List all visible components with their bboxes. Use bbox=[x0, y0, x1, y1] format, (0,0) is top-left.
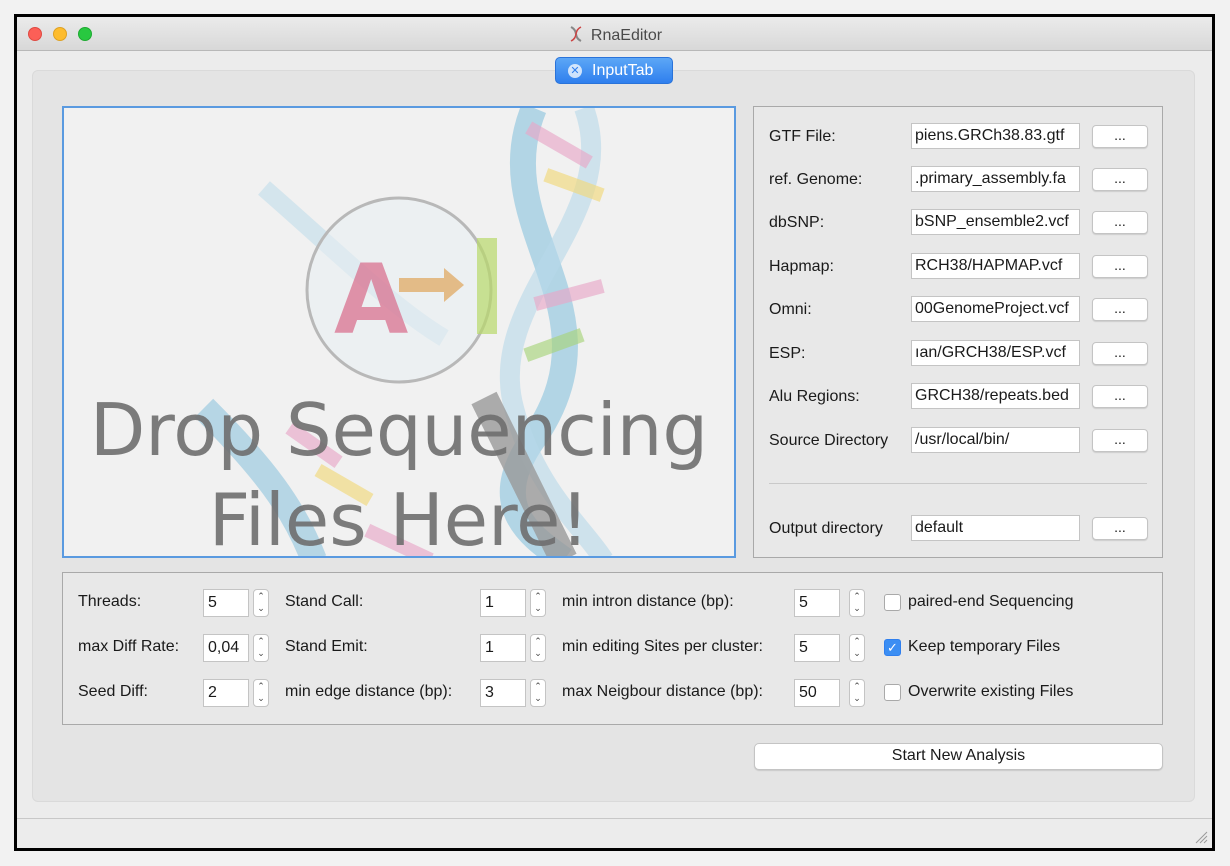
file-row-esp: ESP: ıan/GRCH38/ESP.vcf ... bbox=[754, 340, 1162, 370]
seed-diff-stepper[interactable]: ⌃ ⌄ bbox=[253, 679, 269, 707]
paired-end-checkbox[interactable] bbox=[884, 594, 901, 611]
file-row-source-directory: Source Directory /usr/local/bin/ ... bbox=[754, 427, 1162, 457]
dna-app-icon bbox=[570, 26, 582, 42]
overwrite-existing-files-checkbox[interactable] bbox=[884, 684, 901, 701]
max-neighbour-distance-input[interactable]: 50 bbox=[794, 679, 840, 707]
min-intron-distance-label: min intron distance (bp): bbox=[562, 593, 734, 610]
min-editing-sites-input[interactable]: 5 bbox=[794, 634, 840, 662]
title-bar: RnaEditor bbox=[17, 17, 1212, 51]
hapmap-browse-button[interactable]: ... bbox=[1092, 255, 1148, 278]
keep-temporary-files-label: Keep temporary Files bbox=[908, 638, 1061, 655]
alu-regions-label: Alu Regions: bbox=[769, 388, 860, 405]
dbsnp-browse-button[interactable]: ... bbox=[1092, 211, 1148, 234]
threads-label: Threads: bbox=[78, 593, 142, 610]
threads-stepper[interactable]: ⌃ ⌄ bbox=[253, 589, 269, 617]
esp-browse-button[interactable]: ... bbox=[1092, 342, 1148, 365]
source-directory-input[interactable]: /usr/local/bin/ bbox=[911, 427, 1080, 453]
source-directory-browse-button[interactable]: ... bbox=[1092, 429, 1148, 452]
min-edge-distance-label: min edge distance (bp): bbox=[285, 683, 453, 700]
alu-regions-browse-button[interactable]: ... bbox=[1092, 385, 1148, 408]
min-intron-distance-stepper[interactable]: ⌃ ⌄ bbox=[849, 589, 865, 617]
file-row-output-directory: Output directory default ... bbox=[754, 515, 1162, 545]
file-row-dbsnp: dbSNP: bSNP_ensemble2.vcf ... bbox=[754, 209, 1162, 239]
max-neighbour-distance-stepper[interactable]: ⌃ ⌄ bbox=[849, 679, 865, 707]
drop-hint-line1: Drop Sequencing bbox=[89, 388, 709, 472]
resize-grip-icon[interactable] bbox=[1194, 830, 1208, 844]
source-directory-label: Source Directory bbox=[769, 432, 889, 449]
min-edge-distance-stepper[interactable]: ⌃ ⌄ bbox=[530, 679, 546, 707]
file-row-gtf: GTF File: piens.GRCh38.83.gtf ... bbox=[754, 123, 1162, 153]
file-drop-zone[interactable]: A Drop Sequencing Files Here! bbox=[62, 106, 736, 558]
window-title: RnaEditor bbox=[590, 27, 663, 44]
files-divider bbox=[769, 483, 1147, 484]
file-row-ref-genome: ref. Genome: .primary_assembly.fa ... bbox=[754, 166, 1162, 196]
analysis-parameters-panel: Threads: 5 ⌃ ⌄ max Diff Rate: 0,04 ⌃ ⌄ See… bbox=[62, 572, 1163, 725]
start-new-analysis-button[interactable]: Start New Analysis bbox=[754, 743, 1163, 770]
gtf-file-input[interactable]: piens.GRCh38.83.gtf bbox=[911, 123, 1080, 149]
seed-diff-label: Seed Diff: bbox=[78, 683, 148, 700]
max-neighbour-distance-label: max Neigbour distance (bp): bbox=[562, 683, 763, 700]
overwrite-existing-files-label: Overwrite existing Files bbox=[908, 683, 1074, 700]
gtf-file-label: GTF File: bbox=[769, 128, 836, 145]
stand-emit-label: Stand Emit: bbox=[285, 638, 368, 655]
close-tab-icon[interactable]: ✕ bbox=[568, 64, 582, 78]
output-directory-browse-button[interactable]: ... bbox=[1092, 517, 1148, 540]
max-diff-rate-stepper[interactable]: ⌃ ⌄ bbox=[253, 634, 269, 662]
ref-genome-label: ref. Genome: bbox=[769, 171, 863, 188]
ref-genome-browse-button[interactable]: ... bbox=[1092, 168, 1148, 191]
min-intron-distance-input[interactable]: 5 bbox=[794, 589, 840, 617]
status-bar bbox=[17, 818, 1212, 848]
min-editing-sites-label: min editing Sites per cluster: bbox=[562, 638, 763, 655]
app-window: RnaEditor ✕ InputTab A Drop Sequencing F… bbox=[14, 14, 1215, 851]
dbsnp-label: dbSNP: bbox=[769, 214, 825, 231]
min-editing-sites-stepper[interactable]: ⌃ ⌄ bbox=[849, 634, 865, 662]
min-edge-distance-input[interactable]: 3 bbox=[480, 679, 526, 707]
file-row-omni: Omni: 00GenomeProject.vcf ... bbox=[754, 296, 1162, 326]
stand-emit-input[interactable]: 1 bbox=[480, 634, 526, 662]
omni-label: Omni: bbox=[769, 301, 812, 318]
esp-input[interactable]: ıan/GRCH38/ESP.vcf bbox=[911, 340, 1080, 366]
keep-temporary-files-checkbox[interactable]: ✓ bbox=[884, 639, 901, 656]
omni-browse-button[interactable]: ... bbox=[1092, 298, 1148, 321]
tab-input[interactable]: ✕ InputTab bbox=[555, 57, 673, 84]
paired-end-label: paired-end Sequencing bbox=[908, 593, 1074, 610]
gtf-browse-button[interactable]: ... bbox=[1092, 125, 1148, 148]
output-directory-input[interactable]: default bbox=[911, 515, 1080, 541]
omni-input[interactable]: 00GenomeProject.vcf bbox=[911, 296, 1080, 322]
file-row-alu-regions: Alu Regions: GRCH38/repeats.bed ... bbox=[754, 383, 1162, 413]
stand-call-stepper[interactable]: ⌃ ⌄ bbox=[530, 589, 546, 617]
max-diff-rate-input[interactable]: 0,04 bbox=[203, 634, 249, 662]
window-title-wrap: RnaEditor bbox=[17, 25, 1212, 45]
hapmap-label: Hapmap: bbox=[769, 258, 834, 275]
esp-label: ESP: bbox=[769, 345, 806, 362]
stand-emit-stepper[interactable]: ⌃ ⌄ bbox=[530, 634, 546, 662]
file-row-hapmap: Hapmap: RCH38/HAPMAP.vcf ... bbox=[754, 253, 1162, 283]
alu-regions-input[interactable]: GRCH38/repeats.bed bbox=[911, 383, 1080, 409]
hapmap-input[interactable]: RCH38/HAPMAP.vcf bbox=[911, 253, 1080, 279]
max-diff-rate-label: max Diff Rate: bbox=[78, 638, 180, 655]
svg-text:A: A bbox=[334, 244, 408, 356]
dbsnp-input[interactable]: bSNP_ensemble2.vcf bbox=[911, 209, 1080, 235]
ref-genome-input[interactable]: .primary_assembly.fa bbox=[911, 166, 1080, 192]
file-settings-panel: GTF File: piens.GRCh38.83.gtf ... ref. G… bbox=[753, 106, 1163, 558]
drop-hint-line2: Files Here! bbox=[208, 478, 590, 558]
output-directory-label: Output directory bbox=[769, 520, 883, 537]
stand-call-input[interactable]: 1 bbox=[480, 589, 526, 617]
stand-call-label: Stand Call: bbox=[285, 593, 364, 610]
seed-diff-input[interactable]: 2 bbox=[203, 679, 249, 707]
threads-input[interactable]: 5 bbox=[203, 589, 249, 617]
tab-label: InputTab bbox=[592, 62, 654, 79]
